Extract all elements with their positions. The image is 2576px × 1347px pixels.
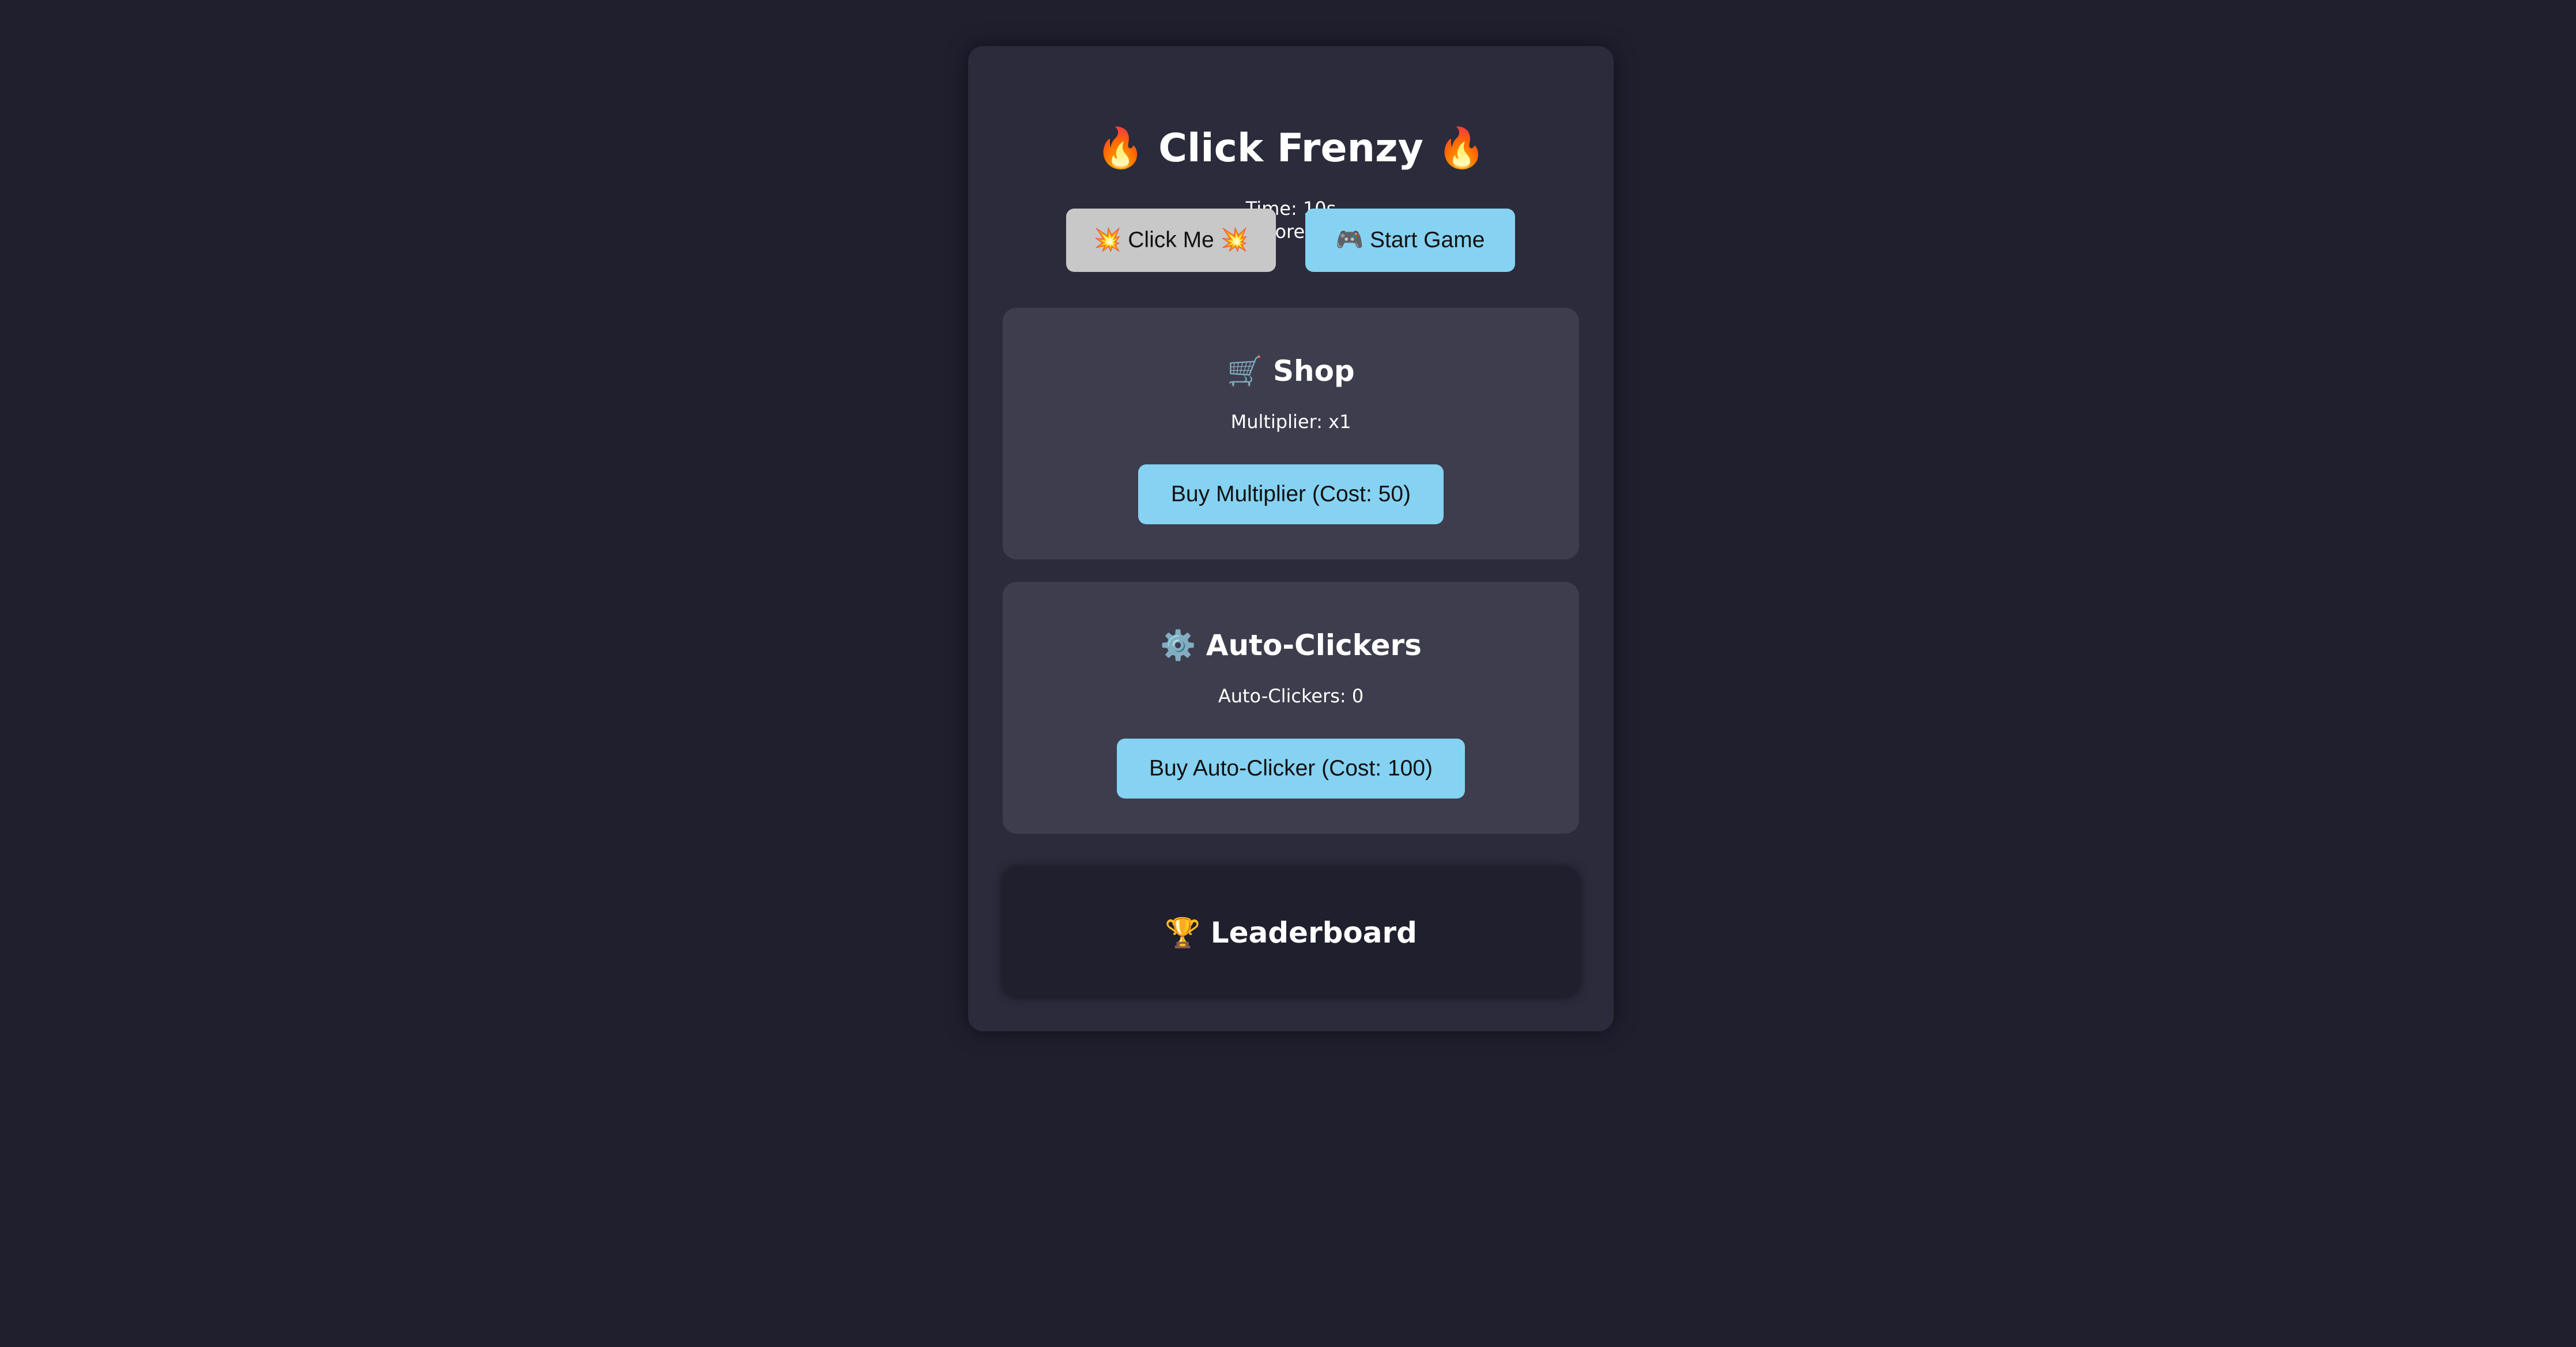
game-title: 🔥 Click Frenzy 🔥 (968, 121, 1614, 176)
leaderboard-title: Leaderboard (1210, 916, 1417, 949)
game-container: 🔥 Click Frenzy 🔥 Time: 10s Score: 0 💥 Cl… (968, 46, 1614, 1031)
leaderboard-panel: 🏆 Leaderboard (1003, 868, 1579, 997)
trophy-icon: 🏆 (1165, 916, 1201, 949)
time-display: Time: 10s (1245, 198, 1336, 220)
auto-clickers-panel: ⚙️ Auto-Clickers Auto-Clickers: 0 Buy Au… (1003, 582, 1579, 834)
auto-clickers-count: Auto-Clickers: 0 (1218, 685, 1364, 707)
fire-icon: 🔥 (1096, 126, 1145, 171)
auto-clickers-title: Auto-Clickers (1206, 629, 1422, 662)
shopping-cart-icon: 🛒 (1227, 354, 1263, 388)
buy-auto-clicker-button[interactable]: Buy Auto-Clicker (Cost: 100) (1117, 739, 1465, 799)
auto-clickers-heading: ⚙️ Auto-Clickers (1003, 625, 1579, 665)
multiplier-display: Multiplier: x1 (1230, 411, 1351, 433)
game-title-text: Click Frenzy (1158, 126, 1423, 171)
fire-icon: 🔥 (1437, 126, 1486, 171)
buy-multiplier-button[interactable]: Buy Multiplier (Cost: 50) (1138, 464, 1444, 524)
score-display: Score: 0 (1253, 221, 1329, 243)
gear-icon: ⚙️ (1160, 629, 1196, 662)
click-me-button[interactable]: 💥 Click Me 💥 (1066, 209, 1276, 272)
shop-title: Shop (1272, 354, 1355, 388)
start-game-button[interactable]: 🎮 Start Game (1305, 209, 1515, 272)
shop-panel: 🛒 Shop Multiplier: x1 Buy Multiplier (Co… (1003, 308, 1579, 559)
shop-heading: 🛒 Shop (1003, 351, 1579, 391)
leaderboard-heading: 🏆 Leaderboard (1003, 913, 1579, 953)
game-stats: Time: 10s Score: 0 (968, 197, 1614, 243)
